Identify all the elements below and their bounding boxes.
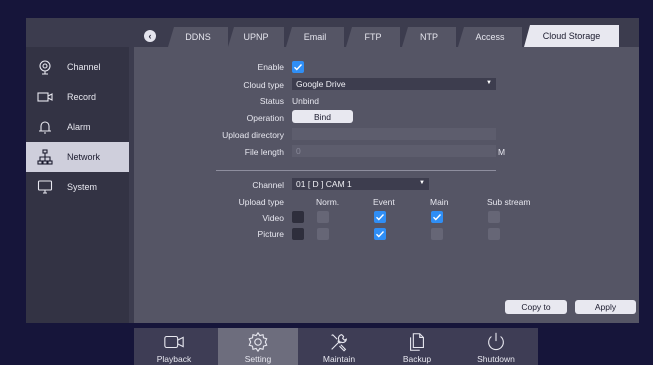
camcorder-icon xyxy=(164,335,184,349)
channel-select[interactable]: 01 [ D ] CAM 1 ▼ xyxy=(292,178,429,190)
cloud-type-label: Cloud type xyxy=(243,80,284,90)
checkmark-icon xyxy=(294,64,303,71)
power-icon xyxy=(488,332,504,351)
enable-label: Enable xyxy=(257,62,284,72)
status-value: Unbind xyxy=(292,96,319,106)
cloud-storage-panel: Enable Cloud type Google Drive ▼ Status … xyxy=(134,47,639,323)
sidebar-item-label: Network xyxy=(67,152,101,162)
picture-all-checkbox[interactable] xyxy=(292,228,304,240)
network-icon xyxy=(37,149,53,165)
col-sub-stream: Sub stream xyxy=(487,197,531,207)
dropdown-arrow-icon: ▼ xyxy=(486,80,492,86)
picture-norm-checkbox[interactable] xyxy=(317,228,329,240)
col-norm: Norm. xyxy=(316,197,340,207)
camcorder-icon xyxy=(37,89,53,105)
tab-ftp[interactable]: FTP xyxy=(346,27,400,47)
status-label: Status xyxy=(259,96,284,106)
sidebar-item-channel[interactable]: Channel xyxy=(26,52,129,82)
sidebar-item-alarm[interactable]: Alarm xyxy=(26,112,129,142)
picture-main-checkbox[interactable] xyxy=(431,228,443,240)
checkmark-icon xyxy=(376,231,385,238)
checkmark-icon xyxy=(433,214,442,221)
channel-value: 01 [ D ] CAM 1 xyxy=(296,179,352,189)
tab-cloud-storage[interactable]: Cloud Storage xyxy=(524,25,619,47)
tab-ddns[interactable]: DDNS xyxy=(168,27,228,47)
dock-playback[interactable]: Playback xyxy=(134,328,214,365)
dock-maintain[interactable]: Maintain xyxy=(299,328,379,365)
tab-email[interactable]: Email xyxy=(286,27,344,47)
picture-label: Picture xyxy=(257,229,284,239)
video-norm-checkbox[interactable] xyxy=(317,211,329,223)
video-event-checkbox[interactable] xyxy=(374,211,386,223)
video-all-checkbox[interactable] xyxy=(292,211,304,223)
upload-type-label: Upload type xyxy=(238,197,284,207)
file-length-unit: M xyxy=(498,147,506,157)
cloud-type-select[interactable]: Google Drive ▼ xyxy=(292,78,496,90)
tab-ntp[interactable]: NTP xyxy=(402,27,456,47)
gear-icon xyxy=(248,331,268,353)
dock-backup[interactable]: Backup xyxy=(377,328,457,365)
sidebar-item-label: System xyxy=(67,182,98,192)
dock-label: Maintain xyxy=(322,354,356,364)
sidebar-item-system[interactable]: System xyxy=(26,172,129,202)
bind-button[interactable]: Bind xyxy=(292,110,353,123)
sidebar-item-label: Alarm xyxy=(67,122,91,132)
channel-label: Channel xyxy=(252,180,284,190)
dock-label: Backup xyxy=(402,354,432,364)
tab-bar: ‹ DDNS UPNP Email FTP NTP Access Cloud S… xyxy=(134,25,639,47)
tools-icon xyxy=(331,334,347,352)
col-event: Event xyxy=(373,197,395,207)
file-length-input[interactable]: 0 xyxy=(292,145,496,157)
dock-label: Playback xyxy=(156,354,192,364)
sidebar-item-label: Record xyxy=(67,92,97,102)
sidebar: Channel Record Alarm Network System xyxy=(26,47,129,323)
dock-shutdown[interactable]: Shutdown xyxy=(456,328,536,365)
webcam-icon xyxy=(37,59,53,75)
bottom-dock: Playback Setting Maintain Backup Shutdow… xyxy=(134,328,538,365)
upload-directory-label: Upload directory xyxy=(222,130,284,140)
video-main-checkbox[interactable] xyxy=(431,211,443,223)
enable-checkbox[interactable] xyxy=(292,61,304,73)
checkmark-icon xyxy=(376,214,385,221)
dock-label: Setting xyxy=(244,354,272,364)
monitor-icon xyxy=(37,179,53,195)
file-length-label: File length xyxy=(244,147,284,157)
divider xyxy=(216,170,496,171)
bell-icon xyxy=(37,119,53,135)
sidebar-item-label: Channel xyxy=(67,62,101,72)
cloud-type-value: Google Drive xyxy=(296,79,346,89)
dock-label: Shutdown xyxy=(477,354,515,364)
picture-sub-checkbox[interactable] xyxy=(488,228,500,240)
sidebar-item-record[interactable]: Record xyxy=(26,82,129,112)
video-label: Video xyxy=(262,213,284,223)
sidebar-item-network[interactable]: Network xyxy=(26,142,129,172)
operation-label: Operation xyxy=(246,113,284,123)
dock-setting[interactable]: Setting xyxy=(218,328,298,365)
apply-button[interactable]: Apply xyxy=(575,300,636,314)
upload-directory-input[interactable] xyxy=(292,128,496,140)
tab-access[interactable]: Access xyxy=(458,27,522,47)
copy-file-icon xyxy=(410,333,424,351)
dropdown-arrow-icon: ▼ xyxy=(419,180,425,186)
copy-to-button[interactable]: Copy to xyxy=(505,300,567,314)
col-main: Main xyxy=(430,197,449,207)
video-sub-checkbox[interactable] xyxy=(488,211,500,223)
tab-upnp[interactable]: UPNP xyxy=(228,27,284,47)
back-button[interactable]: ‹ xyxy=(144,30,156,42)
picture-event-checkbox[interactable] xyxy=(374,228,386,240)
